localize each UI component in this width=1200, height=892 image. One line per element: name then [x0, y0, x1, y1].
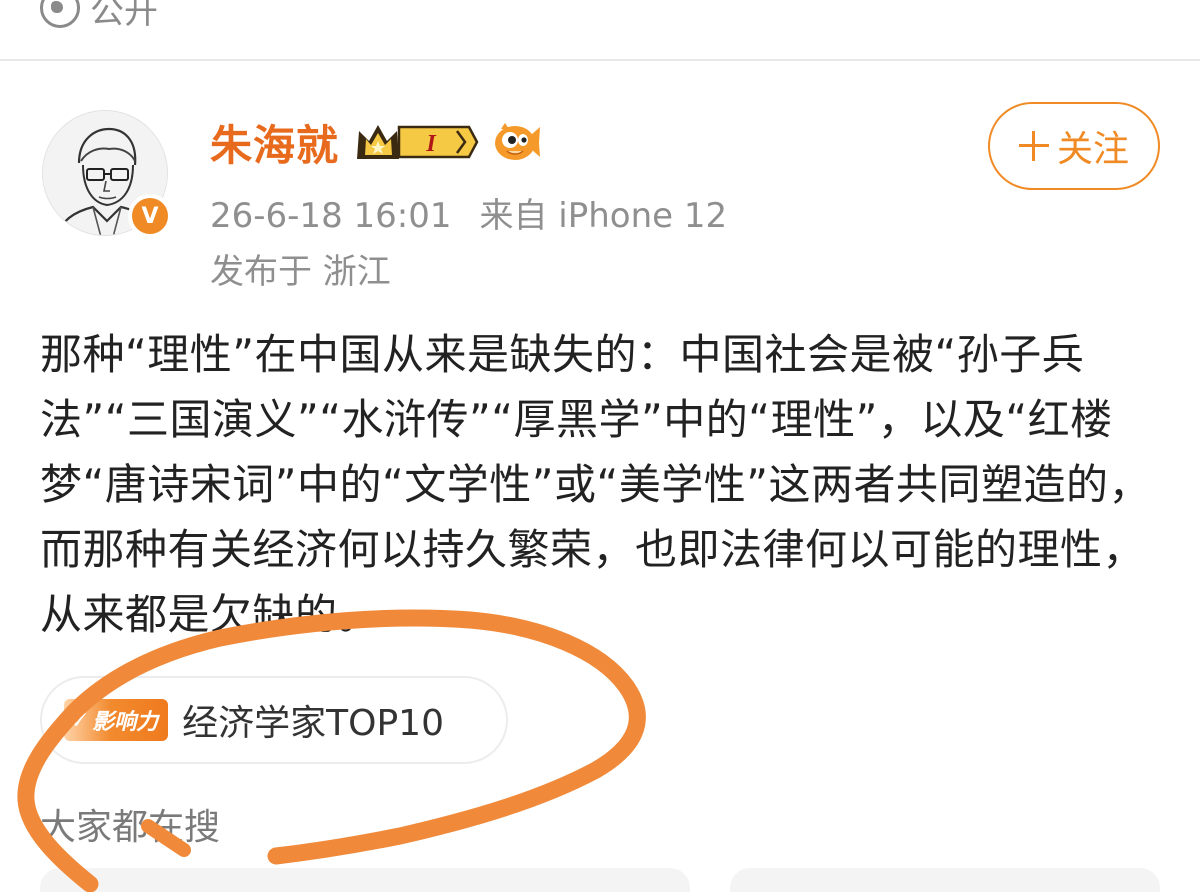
verified-v-icon: V	[128, 194, 172, 238]
globe-icon	[40, 0, 80, 28]
follow-label: 关注	[1056, 129, 1129, 170]
post-meta-time: 26-6-18 16:01 来自 iPhone 12	[210, 188, 727, 237]
influence-tag: ✓ 影响力	[64, 699, 169, 741]
author-name-row: 朱海就 I	[210, 112, 541, 172]
divider	[0, 59, 1200, 61]
weibo-post-page: 公开 V 朱海就 I 26-6-18 16:01 来自 iPhone 12 发布…	[0, 0, 1200, 892]
plus-icon	[1018, 131, 1049, 161]
topic-label: 经济学家TOP10	[182, 703, 444, 744]
visibility-row[interactable]: 公开	[40, 0, 158, 32]
follow-button[interactable]: 关注	[988, 102, 1160, 190]
post-source: 来自 iPhone 12	[479, 196, 728, 236]
influence-v-icon: ✓	[70, 706, 91, 734]
post-text[interactable]: 那种“理性”在中国从来是缺失的：中国社会是被“孙子兵法”“三国演义”“水浒传”“…	[40, 322, 1170, 647]
search-section-heading: 大家都在搜	[40, 807, 221, 848]
influence-tag-label: 影响力	[92, 710, 159, 735]
topic-chip[interactable]: ✓ 影响力 经济学家TOP10	[40, 676, 508, 764]
search-card[interactable]	[40, 868, 690, 892]
fish-mascot-icon[interactable]	[493, 119, 541, 165]
post-location: 发布于 浙江	[210, 252, 391, 292]
vip-badge-text: I	[425, 131, 437, 157]
author-name[interactable]: 朱海就	[210, 112, 339, 173]
search-card[interactable]	[730, 868, 1160, 892]
visibility-label: 公开	[90, 0, 158, 32]
vip-crown-badge-icon[interactable]: I	[353, 119, 479, 165]
post-time: 26-6-18 16:01	[210, 196, 452, 236]
